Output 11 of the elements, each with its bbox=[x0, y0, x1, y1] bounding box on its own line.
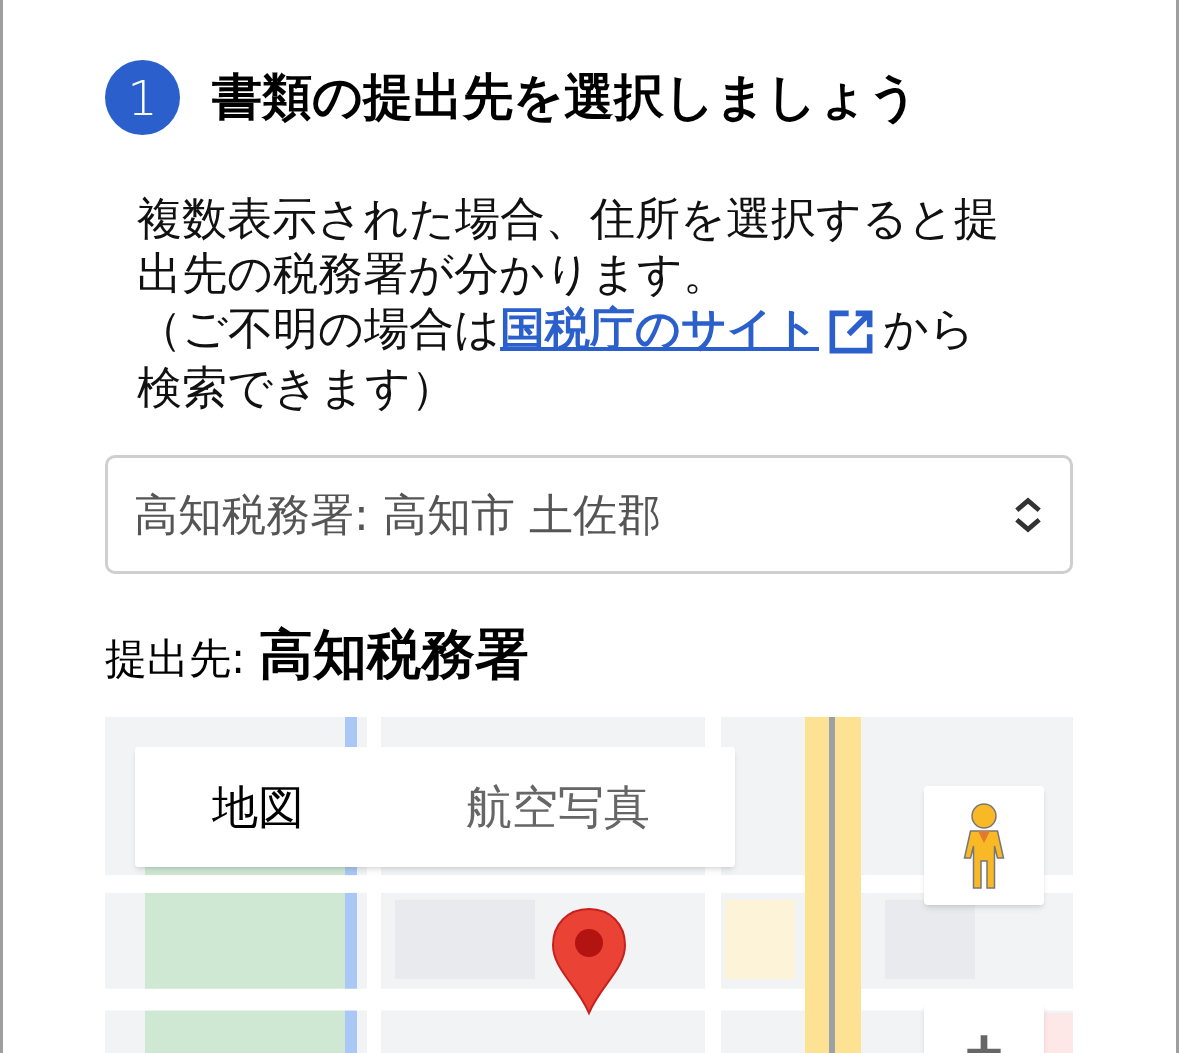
office-select[interactable]: 高知税務署: 高知市 土佐郡 bbox=[105, 455, 1073, 574]
instruction-text: 複数表示された場合、住所を選択すると提出先の税務署が分かります。 （ご不明の場合は国税庁のサイト から検索できます） bbox=[137, 191, 1000, 415]
tax-agency-link[interactable]: 国税庁のサイト bbox=[500, 302, 819, 355]
map-type-tab[interactable]: 地図 bbox=[135, 747, 380, 867]
step-number-badge: 1 bbox=[105, 60, 180, 135]
map-type-tab[interactable]: 航空写真 bbox=[380, 747, 735, 867]
destination-value: 高知税務署 bbox=[259, 622, 530, 688]
destination-label: 提出先: bbox=[105, 633, 246, 685]
step-title: 書類の提出先を選択しましょう bbox=[212, 67, 919, 128]
pegman-button[interactable] bbox=[924, 786, 1044, 905]
map-pin-icon bbox=[549, 905, 629, 1017]
